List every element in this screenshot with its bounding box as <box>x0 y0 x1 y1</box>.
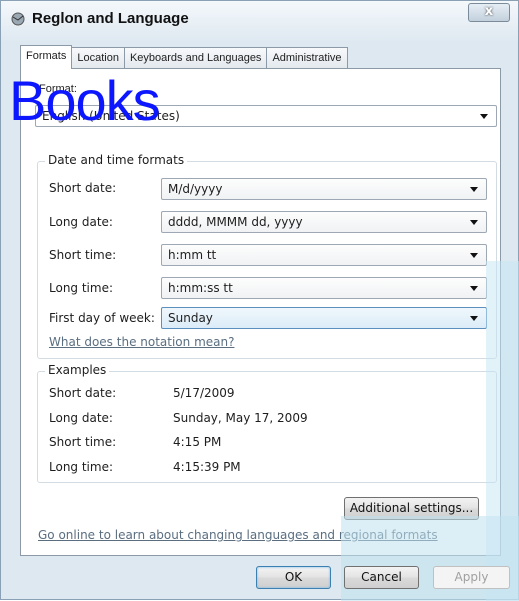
first-day-of-week-label: First day of week: <box>49 311 155 325</box>
example-long-time-value: 4:15:39 PM <box>173 460 241 474</box>
short-date-value: M/d/yyyy <box>168 182 223 196</box>
long-date-dropdown[interactable]: dddd, MMMM dd, yyyy <box>161 211 487 233</box>
chevron-down-icon <box>470 286 478 291</box>
long-date-label: Long date: <box>49 215 113 229</box>
chevron-down-icon <box>470 316 478 321</box>
long-time-label: Long time: <box>49 281 114 295</box>
tab-formats[interactable]: Formats <box>20 45 73 69</box>
example-long-date-value: Sunday, May 17, 2009 <box>173 411 308 425</box>
chevron-down-icon <box>470 253 478 258</box>
examples-title: Examples <box>45 363 110 377</box>
first-day-of-week-dropdown[interactable]: Sunday <box>161 307 487 329</box>
long-date-value: dddd, MMMM dd, yyyy <box>168 215 303 229</box>
long-time-value: h:mm:ss tt <box>168 281 233 295</box>
example-short-time-label: Short time: <box>49 435 117 449</box>
chevron-down-icon <box>470 187 478 192</box>
short-time-dropdown[interactable]: h:mm tt <box>161 244 487 266</box>
globe-icon <box>11 12 25 26</box>
tab-keyboards-and-languages[interactable]: Keyboards and Languages <box>123 47 268 68</box>
short-time-value: h:mm tt <box>168 248 217 262</box>
example-short-date-label: Short date: <box>49 386 117 400</box>
date-time-formats-title: Date and time formats <box>45 153 188 167</box>
example-short-date-value: 5/17/2009 <box>173 386 235 400</box>
tab-administrative[interactable]: Administrative <box>266 47 348 68</box>
tab-strip: Formats Location Keyboards and Languages… <box>20 45 348 69</box>
first-day-of-week-value: Sunday <box>168 311 213 325</box>
short-date-label: Short date: <box>49 181 117 195</box>
example-long-date-label: Long date: <box>49 411 113 425</box>
chevron-down-icon <box>470 220 478 225</box>
short-time-label: Short time: <box>49 248 117 262</box>
cancel-button[interactable]: Cancel <box>344 566 419 589</box>
books-overlay-text: Books <box>9 69 161 132</box>
region-language-dialog: Reglon and Language x Formats Location K… <box>0 0 519 601</box>
ok-button[interactable]: OK <box>256 566 331 589</box>
title-bar[interactable]: Reglon and Language x <box>1 1 518 41</box>
apply-button[interactable]: Apply <box>433 566 510 589</box>
close-button[interactable]: x <box>468 3 510 22</box>
example-long-time-label: Long time: <box>49 460 114 474</box>
notation-help-link[interactable]: What does the notation mean? <box>49 335 234 349</box>
chevron-down-icon <box>480 114 488 119</box>
tab-location[interactable]: Location <box>71 47 125 68</box>
window-title: Reglon and Language <box>32 10 189 27</box>
watermark-shape <box>486 261 519 601</box>
long-time-dropdown[interactable]: h:mm:ss tt <box>161 277 487 299</box>
short-date-dropdown[interactable]: M/d/yyyy <box>161 178 487 200</box>
example-short-time-value: 4:15 PM <box>173 435 222 449</box>
